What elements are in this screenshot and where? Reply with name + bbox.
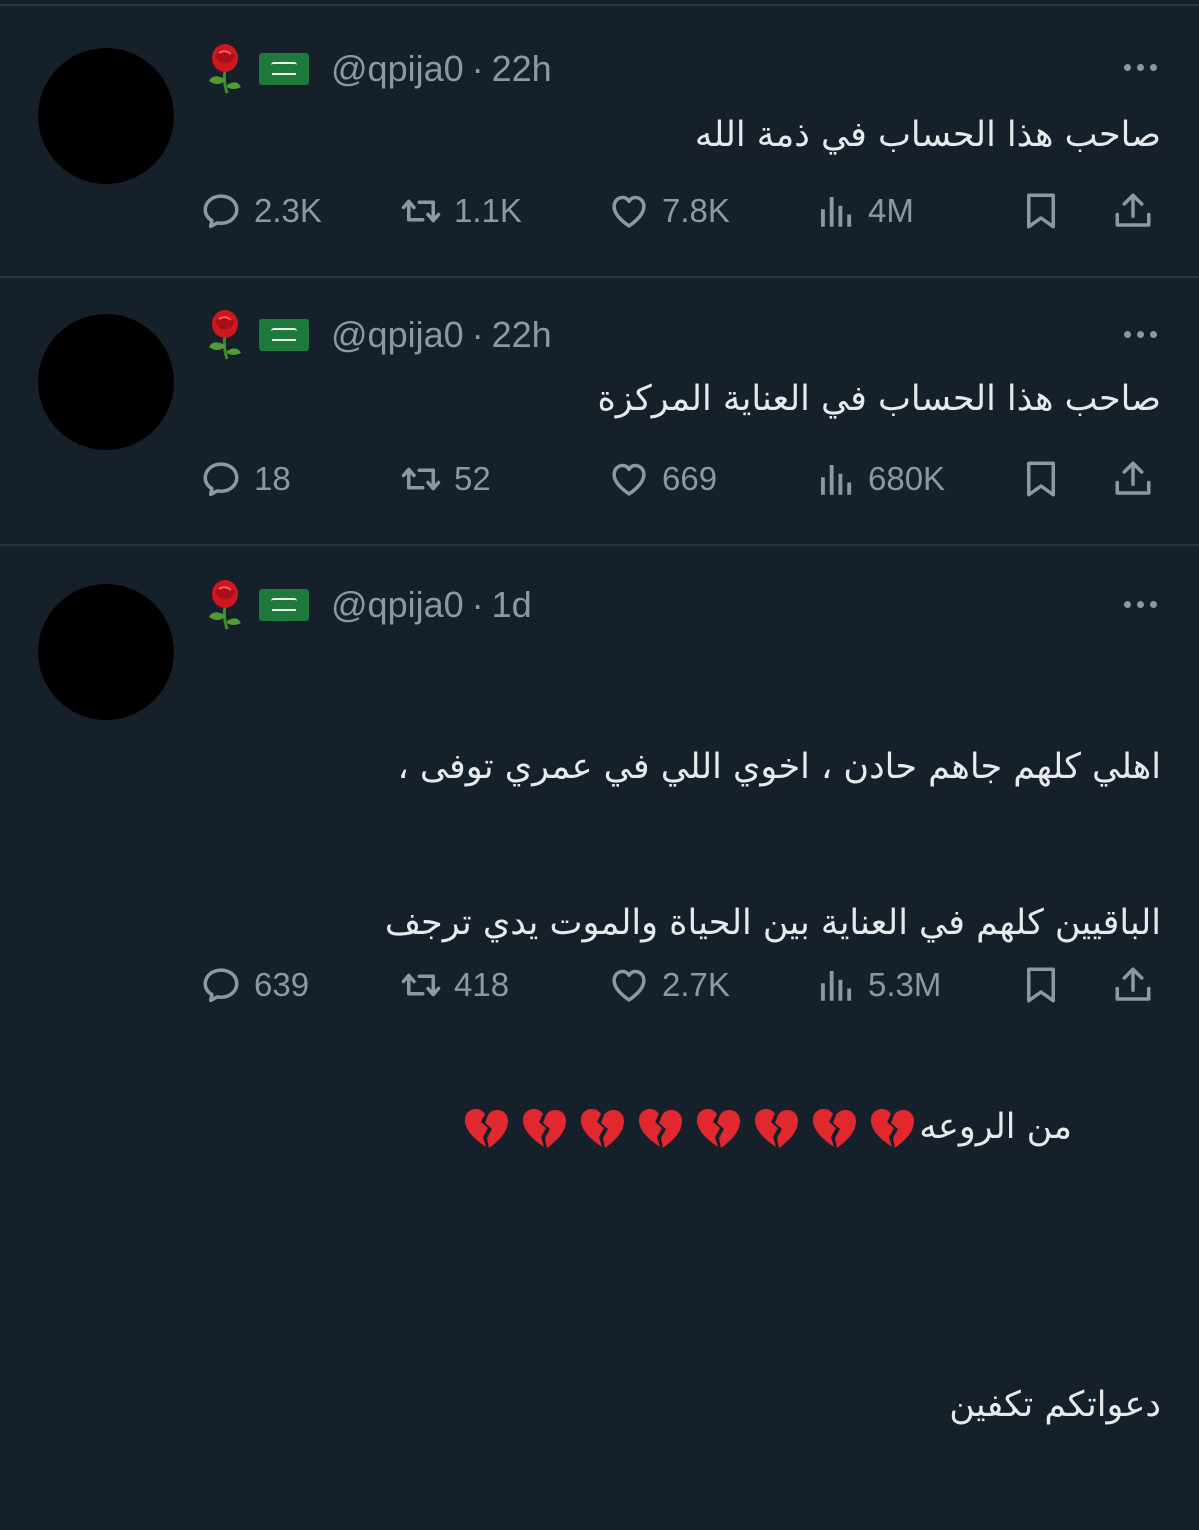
- views-button[interactable]: 5.3M: [814, 960, 941, 1010]
- reply-count: 639: [254, 966, 310, 1003]
- bookmark-icon: [1020, 964, 1062, 1006]
- reply-button[interactable]: 639: [200, 960, 309, 1010]
- reply-count: 18: [254, 460, 291, 497]
- separator-dot: ·: [471, 48, 484, 89]
- more-options-icon[interactable]: [1124, 601, 1157, 608]
- broken-heart-emoji-icon: [695, 1107, 741, 1149]
- share-button[interactable]: [1112, 454, 1154, 504]
- tweet-text-line: من الروعه: [201, 1052, 1161, 1202]
- tweet-text: صاحب هذا الحساب في ذمة الله: [694, 115, 1161, 155]
- like-count: 669: [662, 460, 718, 497]
- like-icon: [608, 964, 650, 1006]
- views-icon: [814, 458, 856, 500]
- tweet-text-line: دعواتكم تكفين: [949, 1385, 1161, 1425]
- user-handle[interactable]: @qpija0: [331, 584, 464, 626]
- like-button[interactable]: 2.7K: [608, 960, 730, 1010]
- like-icon: [608, 190, 650, 232]
- tweet-feed: @qpija0 · 22h صاحب هذا الحساب في ذمة الل…: [0, 0, 1199, 1425]
- share-button[interactable]: [1112, 186, 1154, 236]
- broken-hearts-row: [463, 1107, 915, 1149]
- saudi-flag-icon: [259, 53, 309, 85]
- rose-emoji-icon: [205, 579, 245, 631]
- views-icon: [814, 190, 856, 232]
- tweet-text: اهلي كلهم جاهم حادن ، اخوي اللي في عمري …: [201, 642, 1161, 1530]
- like-button[interactable]: 7.8K: [608, 186, 730, 236]
- reply-count: 2.3K: [254, 192, 322, 229]
- tweet-text: صاحب هذا الحساب في العناية المركزة: [597, 379, 1161, 419]
- bookmark-icon: [1020, 190, 1062, 232]
- repost-icon: [400, 190, 442, 232]
- broken-heart-emoji-icon: [753, 1107, 799, 1149]
- like-icon: [608, 458, 650, 500]
- user-handle[interactable]: @qpija0: [331, 314, 464, 356]
- tweet-actions: 639 418 2.7K 5.3M: [200, 960, 1160, 1010]
- saudi-flag-icon: [259, 589, 309, 621]
- broken-heart-emoji-icon: [579, 1107, 625, 1149]
- bookmark-button[interactable]: [1020, 454, 1062, 504]
- views-icon: [814, 964, 856, 1006]
- timestamp[interactable]: 22h: [492, 314, 552, 356]
- broken-heart-emoji-icon: [811, 1107, 857, 1149]
- repost-icon: [400, 458, 442, 500]
- user-handle[interactable]: @qpija0: [331, 48, 464, 90]
- tweet-text-fragment: من الروعه: [919, 1107, 1072, 1147]
- avatar[interactable]: [38, 314, 174, 450]
- like-count: 7.8K: [662, 192, 730, 229]
- view-count: 680K: [868, 460, 946, 497]
- views-button[interactable]: 4M: [814, 186, 914, 236]
- broken-heart-emoji-icon: [521, 1107, 567, 1149]
- tweet-actions: 18 52 669 680K: [200, 454, 1160, 504]
- more-options-icon[interactable]: [1124, 331, 1157, 338]
- like-count: 2.7K: [662, 966, 730, 1003]
- saudi-flag-icon: [259, 319, 309, 351]
- reply-icon: [200, 190, 242, 232]
- broken-heart-emoji-icon: [463, 1107, 509, 1149]
- share-icon: [1112, 190, 1154, 232]
- tweet-header: @qpija0 · 22h: [205, 310, 552, 360]
- repost-button[interactable]: 418: [400, 960, 509, 1010]
- reply-icon: [200, 964, 242, 1006]
- tweet-text-line: الباقيين كلهم في العناية بين الحياة والم…: [384, 903, 1161, 943]
- separator-dot: ·: [471, 314, 484, 355]
- rose-emoji-icon: [205, 309, 245, 361]
- tweet[interactable]: @qpija0 · 22h صاحب هذا الحساب في العناية…: [0, 278, 1199, 544]
- share-icon: [1112, 458, 1154, 500]
- bookmark-button[interactable]: [1020, 960, 1062, 1010]
- tweet-header: @qpija0 · 1d: [205, 580, 532, 630]
- like-button[interactable]: 669: [608, 454, 717, 504]
- timestamp[interactable]: 22h: [492, 48, 552, 90]
- share-icon: [1112, 964, 1154, 1006]
- rose-emoji-icon: [205, 43, 245, 95]
- reply-button[interactable]: 2.3K: [200, 186, 322, 236]
- separator-dot: ·: [471, 584, 484, 625]
- reply-button[interactable]: 18: [200, 454, 291, 504]
- views-button[interactable]: 680K: [814, 454, 945, 504]
- broken-heart-emoji-icon: [869, 1107, 915, 1149]
- bookmark-button[interactable]: [1020, 186, 1062, 236]
- repost-count: 1.1K: [454, 192, 522, 229]
- tweet[interactable]: @qpija0 · 1d اهلي كلهم جاهم حادن ، اخوي …: [0, 546, 1199, 1425]
- timestamp[interactable]: 1d: [492, 584, 532, 626]
- tweet-header: @qpija0 · 22h: [205, 44, 552, 94]
- repost-button[interactable]: 1.1K: [400, 186, 522, 236]
- tweet-text-line: اهلي كلهم جاهم حادن ، اخوي اللي في عمري …: [397, 747, 1161, 787]
- tweet[interactable]: @qpija0 · 22h صاحب هذا الحساب في ذمة الل…: [0, 0, 1199, 276]
- avatar[interactable]: [38, 48, 174, 184]
- reply-icon: [200, 458, 242, 500]
- more-options-icon[interactable]: [1124, 64, 1157, 71]
- avatar[interactable]: [38, 584, 174, 720]
- share-button[interactable]: [1112, 960, 1154, 1010]
- repost-count: 52: [454, 460, 491, 497]
- bookmark-icon: [1020, 458, 1062, 500]
- repost-count: 418: [454, 966, 510, 1003]
- view-count: 4M: [868, 192, 914, 229]
- broken-heart-emoji-icon: [637, 1107, 683, 1149]
- tweet-actions: 2.3K 1.1K 7.8K 4M: [200, 186, 1160, 236]
- repost-icon: [400, 964, 442, 1006]
- repost-button[interactable]: 52: [400, 454, 491, 504]
- view-count: 5.3M: [868, 966, 942, 1003]
